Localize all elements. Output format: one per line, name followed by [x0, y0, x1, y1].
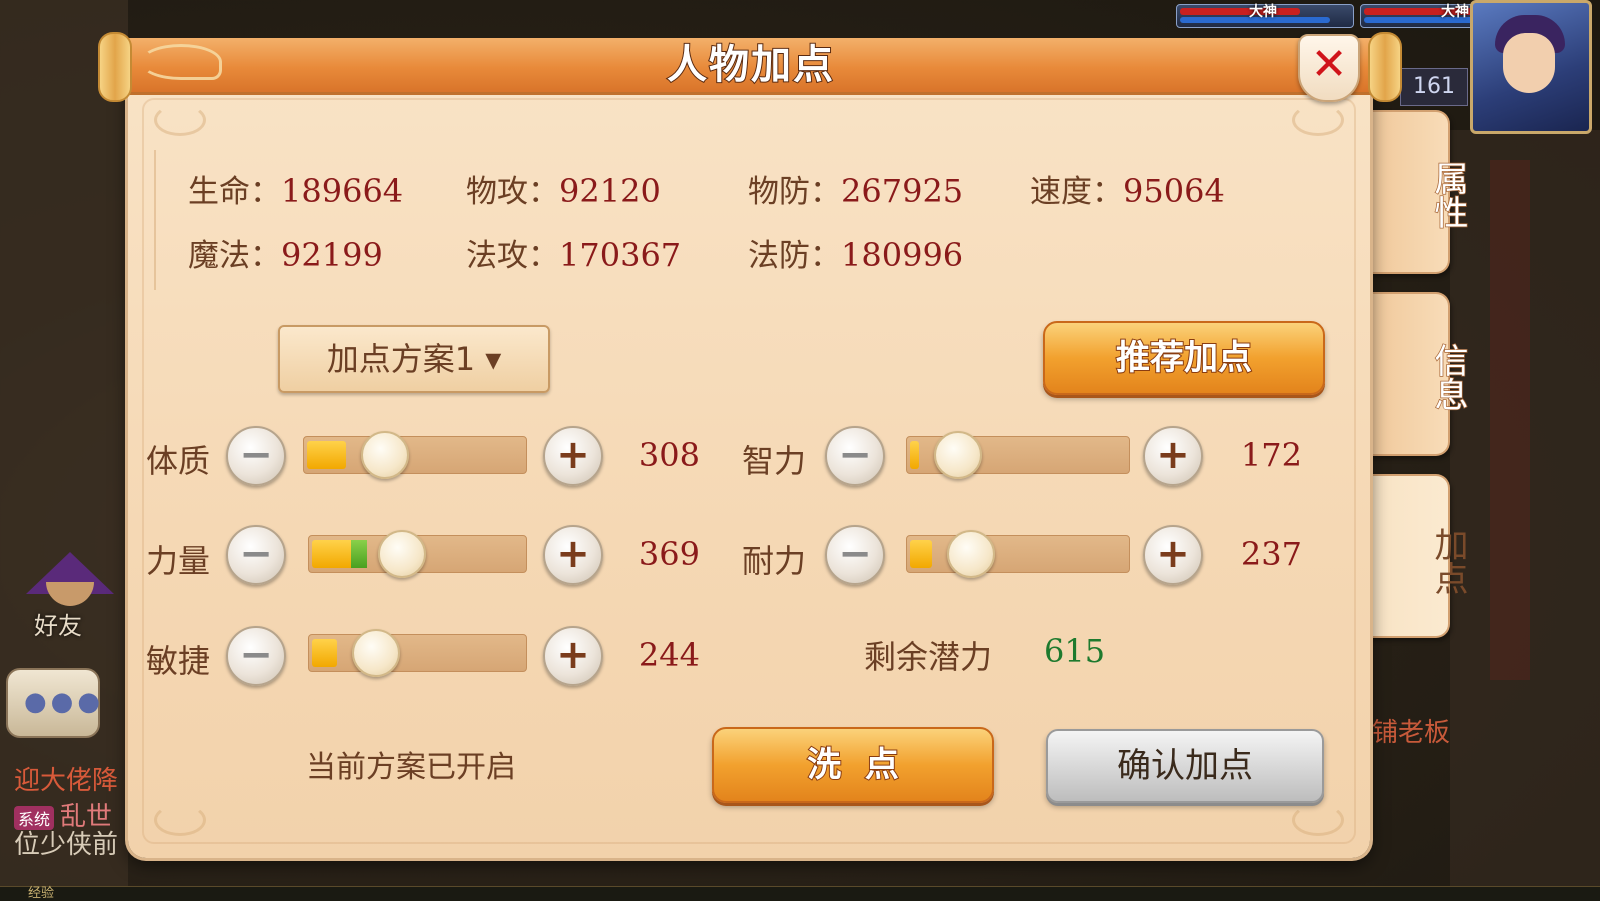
exp-bar [0, 886, 1600, 901]
corner-ornament-br [1292, 804, 1344, 836]
tab-info[interactable]: 信息 [1368, 292, 1469, 456]
stat-label: 生命： [188, 174, 281, 210]
stat-value: 92120 [559, 172, 661, 210]
confirm-points-label: 确认加点 [1117, 746, 1253, 786]
close-icon: ✕ [1310, 39, 1348, 90]
minus-icon: − [239, 632, 273, 678]
intelligence-minus-button[interactable]: − [825, 426, 885, 486]
minus-icon: − [239, 432, 273, 478]
reset-points-button[interactable]: 洗 点 [712, 727, 994, 803]
agility-value: 244 [638, 636, 700, 674]
minus-icon: − [838, 531, 872, 577]
scheme-dropdown[interactable]: 加点方案1 ▾ [278, 325, 550, 393]
intelligence-slider[interactable] [906, 431, 1130, 479]
scheme-dropdown-label: 加点方案1 ▾ [326, 340, 502, 378]
strength-slider[interactable] [308, 530, 527, 578]
player-tag: 大神 [1441, 4, 1469, 20]
stat-hp: 生命：189664 [188, 166, 403, 211]
remaining-potential-value: 615 [1044, 632, 1106, 670]
stat-mag-def: 法防：180996 [748, 230, 963, 275]
tab-attributes-label: 属性 [1427, 160, 1469, 230]
minus-icon: − [838, 432, 872, 478]
attr-label-agility: 敏捷 [146, 642, 211, 680]
corner-ornament-tl [154, 104, 206, 136]
slider-thumb[interactable] [947, 530, 995, 578]
bg-building-right [1450, 130, 1600, 890]
chat-line-1: 迎大佬降 [14, 766, 119, 796]
player-portrait[interactable] [1470, 0, 1592, 134]
exp-label: 经验 [28, 886, 55, 901]
attr-label-strength: 力量 [146, 542, 211, 580]
close-button[interactable]: ✕ [1298, 34, 1360, 102]
pet-hp-bar: 大神 [1176, 4, 1354, 28]
stats-divider [154, 150, 156, 290]
constitution-value: 308 [638, 436, 700, 474]
slider-thumb[interactable] [934, 431, 982, 479]
constitution-slider[interactable] [303, 431, 527, 479]
agility-slider[interactable] [308, 629, 527, 677]
stat-label: 速度： [1030, 174, 1123, 210]
stat-mp: 魔法：92199 [188, 230, 383, 275]
minus-icon: − [239, 531, 273, 577]
endurance-minus-button[interactable]: − [825, 525, 885, 585]
corner-ornament-bl [154, 804, 206, 836]
stat-label: 物攻： [466, 174, 559, 210]
corner-ornament-tr [1292, 104, 1344, 136]
slider-thumb[interactable] [352, 629, 400, 677]
portrait-face [1503, 33, 1555, 93]
friend-label[interactable]: 好友 [34, 606, 82, 641]
stat-label: 物防： [748, 174, 841, 210]
level-indicator: 161 [1400, 68, 1468, 106]
recommend-button-label: 推荐加点 [1115, 337, 1253, 379]
strength-minus-button[interactable]: − [226, 525, 286, 585]
recommend-button[interactable]: 推荐加点 [1043, 321, 1325, 395]
npc-name: 铺老板 [1372, 718, 1451, 748]
stat-label: 法防： [748, 238, 841, 274]
stat-value: 92199 [281, 236, 383, 274]
slider-thumb[interactable] [361, 431, 409, 479]
stat-value: 180996 [841, 236, 964, 274]
attr-label-endurance: 耐力 [742, 542, 807, 580]
remaining-potential-label: 剩余潜力 [864, 638, 993, 676]
stat-value: 267925 [841, 172, 964, 210]
slider-fill [910, 441, 919, 469]
stat-value: 189664 [281, 172, 404, 210]
stat-phys-atk: 物攻：92120 [466, 166, 661, 211]
stat-mag-atk: 法攻：170367 [466, 230, 681, 275]
tab-add-points-label: 加点 [1428, 527, 1468, 595]
chat-line-3: 位少侠前 [14, 830, 119, 860]
chat-icon[interactable]: ●●● [6, 668, 100, 738]
attr-label-intelligence: 智力 [742, 442, 807, 480]
reset-points-label: 洗 点 [806, 744, 900, 786]
agility-minus-button[interactable]: − [226, 626, 286, 686]
tab-add-points[interactable]: 加点 [1368, 474, 1468, 638]
tab-info-label: 信息 [1427, 342, 1469, 412]
stat-value: 170367 [559, 236, 682, 274]
slider-fill [312, 639, 337, 667]
constitution-minus-button[interactable]: − [226, 426, 286, 486]
intelligence-value: 172 [1240, 436, 1302, 474]
strength-value: 369 [638, 535, 700, 573]
attr-label-constitution: 体质 [146, 442, 211, 480]
stat-label: 魔法： [188, 238, 281, 274]
scheme-status: 当前方案已开启 [306, 750, 516, 785]
endurance-slider[interactable] [906, 530, 1130, 578]
stat-label: 法攻： [466, 238, 559, 274]
stat-speed: 速度：95064 [1030, 166, 1225, 211]
slider-fill [910, 540, 932, 568]
slider-fill [307, 441, 346, 469]
panel-title: 人物加点 [666, 41, 835, 89]
stat-value: 95064 [1123, 172, 1225, 210]
slider-fill-bonus [351, 540, 367, 568]
tab-attributes[interactable]: 属性 [1368, 110, 1469, 274]
stat-phys-def: 物防：267925 [748, 166, 963, 211]
pet-tag: 大神 [1249, 4, 1277, 20]
endurance-value: 237 [1240, 535, 1302, 573]
confirm-points-button[interactable]: 确认加点 [1046, 729, 1324, 803]
slider-thumb[interactable] [378, 530, 426, 578]
